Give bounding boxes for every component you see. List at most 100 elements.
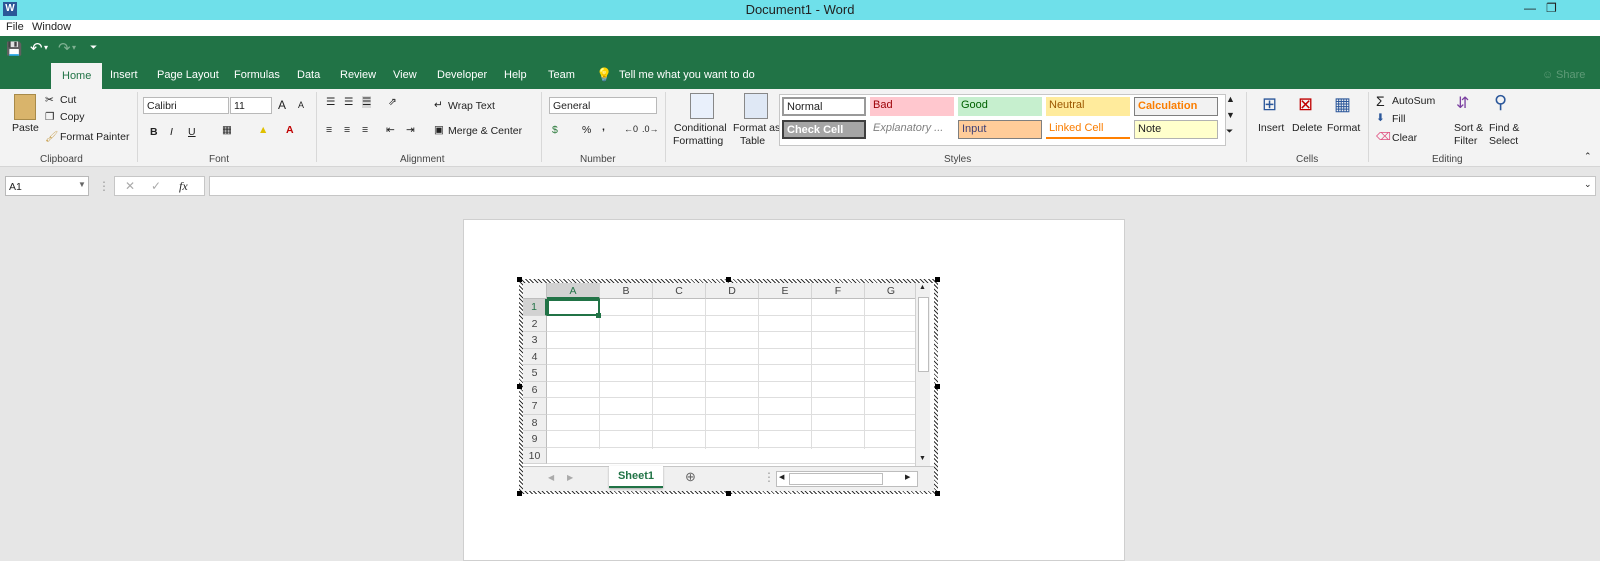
merge-center-button[interactable]: Merge & Center bbox=[448, 125, 522, 137]
tell-me-search[interactable]: Tell me what you want to do bbox=[619, 69, 755, 81]
percent-button[interactable]: % bbox=[582, 124, 591, 136]
borders-icon[interactable]: ▦ bbox=[222, 124, 232, 136]
paste-icon[interactable] bbox=[14, 94, 36, 120]
delete-cells-button[interactable]: Delete bbox=[1292, 122, 1322, 134]
tab-home[interactable]: Home bbox=[51, 63, 103, 89]
undo-icon[interactable]: ↶ bbox=[30, 39, 43, 57]
redo-icon[interactable]: ↷ bbox=[58, 39, 71, 57]
next-sheet-icon[interactable]: ▶ bbox=[567, 473, 573, 482]
column-header[interactable]: C bbox=[653, 283, 706, 299]
vertical-scroll-thumb[interactable] bbox=[918, 297, 929, 372]
resize-handle[interactable] bbox=[726, 491, 731, 496]
sort-filter-label-2[interactable]: Filter bbox=[1454, 135, 1477, 147]
row-header[interactable]: 8 bbox=[523, 414, 547, 431]
style-calculation[interactable]: Calculation bbox=[1134, 97, 1218, 116]
style-neutral[interactable]: Neutral bbox=[1046, 97, 1130, 116]
style-explanatory[interactable]: Explanatory ... bbox=[870, 120, 954, 139]
column-header[interactable]: G bbox=[865, 283, 918, 299]
row-header[interactable]: 5 bbox=[523, 365, 547, 382]
style-linked-cell[interactable]: Linked Cell bbox=[1046, 120, 1130, 139]
style-input[interactable]: Input bbox=[958, 120, 1042, 139]
insert-cells-icon[interactable]: ⊞ bbox=[1262, 94, 1277, 115]
decrease-decimal-icon[interactable]: .0→ bbox=[642, 124, 659, 134]
find-select-label[interactable]: Find & bbox=[1489, 122, 1519, 134]
enter-icon[interactable]: ✓ bbox=[151, 179, 161, 193]
row-header[interactable]: 4 bbox=[523, 348, 547, 365]
tab-insert[interactable]: Insert bbox=[110, 69, 138, 81]
underline-button[interactable]: U bbox=[188, 126, 196, 138]
format-painter-button[interactable]: Format Painter bbox=[60, 131, 129, 143]
resize-handle[interactable] bbox=[726, 277, 731, 282]
style-check-cell[interactable]: Check Cell bbox=[782, 120, 866, 139]
expand-formula-bar-icon[interactable]: ⌄ bbox=[1584, 179, 1592, 190]
grow-font-button[interactable]: A bbox=[278, 98, 286, 112]
tab-review[interactable]: Review bbox=[340, 69, 376, 81]
tab-help[interactable]: Help bbox=[504, 69, 527, 81]
cancel-icon[interactable]: ✕ bbox=[125, 179, 135, 193]
format-as-table-icon[interactable] bbox=[744, 93, 768, 119]
insert-cells-button[interactable]: Insert bbox=[1258, 122, 1284, 134]
insert-function-button[interactable]: fx bbox=[179, 179, 188, 194]
sort-filter-icon[interactable]: ⇵ bbox=[1456, 93, 1469, 113]
format-as-table-label-2[interactable]: Table bbox=[740, 135, 765, 147]
add-sheet-icon[interactable]: ⊕ bbox=[685, 469, 696, 485]
style-bad[interactable]: Bad bbox=[870, 97, 954, 116]
collapse-ribbon-icon[interactable]: ⌃ bbox=[1584, 151, 1592, 162]
scroll-up-icon[interactable]: ▲ bbox=[919, 284, 926, 291]
tab-developer[interactable]: Developer bbox=[437, 69, 487, 81]
minimize-button[interactable]: — bbox=[1524, 1, 1536, 15]
column-header[interactable]: E bbox=[759, 283, 812, 299]
conditional-formatting-label-2[interactable]: Formatting bbox=[673, 135, 723, 147]
align-left-icon[interactable]: ≡ bbox=[326, 124, 332, 136]
clear-button[interactable]: Clear bbox=[1392, 132, 1417, 144]
name-box-dropdown-icon[interactable]: ▼ bbox=[78, 180, 86, 189]
orientation-icon[interactable]: ⇗ bbox=[388, 96, 397, 108]
decrease-indent-icon[interactable]: ⇤ bbox=[386, 124, 395, 136]
bold-button[interactable]: B bbox=[150, 126, 158, 138]
tab-team[interactable]: Team bbox=[548, 69, 575, 81]
sort-filter-label[interactable]: Sort & bbox=[1454, 122, 1483, 134]
row-header[interactable]: 1 bbox=[523, 299, 547, 316]
number-format-select[interactable]: General bbox=[549, 97, 657, 114]
prev-sheet-icon[interactable]: ◀ bbox=[548, 473, 554, 482]
align-top-icon[interactable]: ☰ bbox=[326, 96, 335, 108]
shrink-font-button[interactable]: A bbox=[298, 100, 304, 110]
select-all-corner[interactable] bbox=[523, 283, 547, 299]
align-right-icon[interactable]: ≡ bbox=[362, 124, 368, 136]
share-button[interactable]: Share bbox=[1556, 69, 1585, 81]
column-header[interactable]: F bbox=[812, 283, 865, 299]
copy-button[interactable]: Copy bbox=[60, 111, 85, 123]
name-box[interactable]: A1 bbox=[5, 176, 89, 196]
scroll-right-icon[interactable]: ▶ bbox=[905, 473, 910, 481]
column-header[interactable]: B bbox=[600, 283, 653, 299]
resize-handle[interactable] bbox=[935, 277, 940, 282]
tab-split-icon[interactable]: ⋮ bbox=[763, 470, 775, 484]
vertical-scrollbar[interactable]: ▲ ▼ bbox=[915, 283, 930, 466]
fill-color-icon[interactable]: ▲ bbox=[258, 124, 268, 136]
increase-decimal-icon[interactable]: ←0 bbox=[624, 124, 638, 134]
increase-indent-icon[interactable]: ⇥ bbox=[406, 124, 415, 136]
column-header[interactable]: A bbox=[547, 283, 600, 299]
find-select-label-2[interactable]: Select bbox=[1489, 135, 1518, 147]
font-color-icon[interactable]: A bbox=[286, 124, 294, 136]
font-size-select[interactable]: 11 bbox=[230, 97, 272, 114]
tab-view[interactable]: View bbox=[393, 69, 417, 81]
row-header[interactable]: 3 bbox=[523, 332, 547, 349]
conditional-formatting-label[interactable]: Conditional bbox=[674, 122, 727, 134]
save-icon[interactable]: 💾 bbox=[6, 41, 22, 57]
resize-handle[interactable] bbox=[935, 491, 940, 496]
horizontal-scrollbar[interactable]: ◀ ▶ bbox=[776, 471, 918, 487]
resize-handle[interactable] bbox=[517, 277, 522, 282]
comma-button[interactable]: , bbox=[602, 121, 605, 133]
align-bottom-icon[interactable]: ☰ bbox=[362, 96, 372, 108]
style-note[interactable]: Note bbox=[1134, 120, 1218, 139]
sheet-tab-sheet1[interactable]: Sheet1 bbox=[609, 466, 663, 488]
menu-window[interactable]: Window bbox=[32, 21, 71, 33]
format-cells-button[interactable]: Format bbox=[1327, 122, 1360, 134]
fill-button[interactable]: Fill bbox=[1392, 113, 1405, 125]
format-as-table-label[interactable]: Format as bbox=[733, 122, 780, 134]
conditional-formatting-icon[interactable] bbox=[690, 93, 714, 119]
column-header[interactable]: D bbox=[706, 283, 759, 299]
undo-dropdown-icon[interactable]: ▾ bbox=[44, 43, 48, 52]
row-header[interactable]: 2 bbox=[523, 315, 547, 332]
